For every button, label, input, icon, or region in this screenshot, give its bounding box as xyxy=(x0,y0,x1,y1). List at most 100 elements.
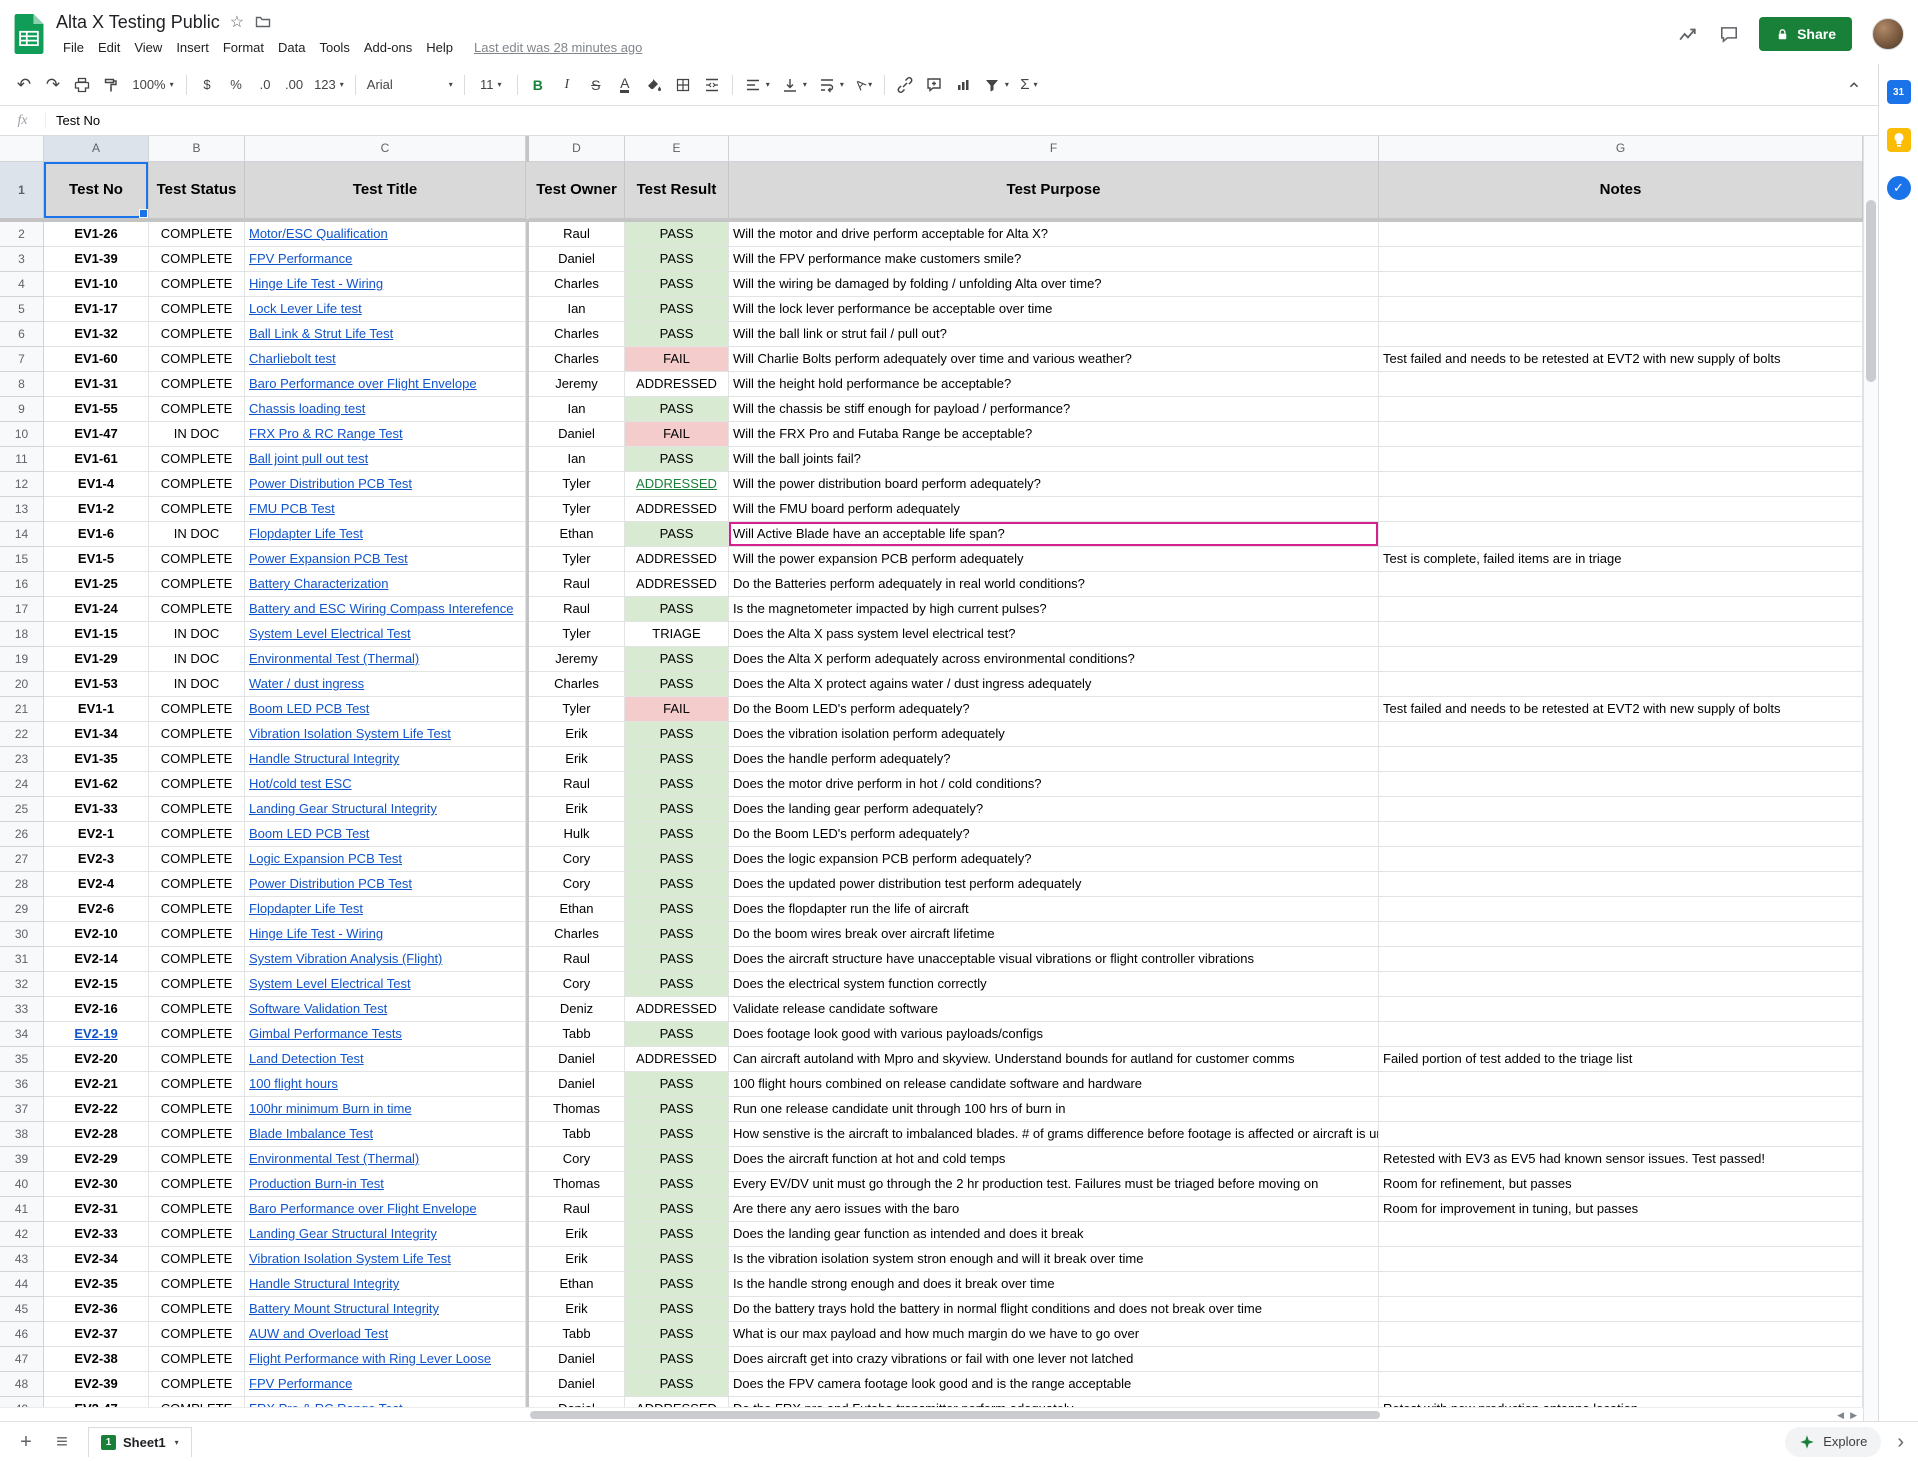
calendar-icon[interactable]: 31 xyxy=(1887,80,1911,104)
cell-test-purpose[interactable]: Will the wiring be damaged by folding / … xyxy=(729,272,1379,297)
cell-test-result[interactable]: PASS xyxy=(625,772,729,797)
cell-test-owner[interactable]: Raul xyxy=(529,772,625,797)
cell-test-status[interactable]: COMPLETE xyxy=(149,497,245,522)
cell-test-purpose[interactable]: Do the Boom LED's perform adequately? xyxy=(729,697,1379,722)
cell-test-title[interactable]: Flopdapter Life Test xyxy=(245,897,526,922)
cell-test-result[interactable]: ADDRESSED xyxy=(625,572,729,597)
cell-test-title[interactable]: System Level Electrical Test xyxy=(245,622,526,647)
cell-test-status[interactable]: IN DOC xyxy=(149,522,245,547)
cell-notes[interactable] xyxy=(1379,722,1863,747)
cell-test-no[interactable]: EV1-62 xyxy=(44,772,149,797)
cell-test-owner[interactable]: Daniel xyxy=(529,1372,625,1397)
cell-test-owner[interactable]: Raul xyxy=(529,572,625,597)
cell-test-owner[interactable]: Ian xyxy=(529,397,625,422)
row-header[interactable]: 22 xyxy=(0,722,44,747)
sheet-tab-sheet1[interactable]: 1 Sheet1 ▾ xyxy=(88,1427,192,1457)
cell-test-title[interactable]: 100hr minimum Burn in time xyxy=(245,1097,526,1122)
row-header[interactable]: 17 xyxy=(0,597,44,622)
cell-test-purpose[interactable]: Does the landing gear function as intend… xyxy=(729,1222,1379,1247)
select-all-corner[interactable] xyxy=(0,136,44,162)
cell-notes[interactable] xyxy=(1379,447,1863,472)
column-header-f[interactable]: F xyxy=(729,136,1379,162)
cell-test-purpose[interactable]: Do the FRX pro and Futaba transmitter pe… xyxy=(729,1397,1379,1407)
cell-notes[interactable] xyxy=(1379,272,1863,297)
cell-test-title[interactable]: Environmental Test (Thermal) xyxy=(245,1147,526,1172)
cell-test-owner[interactable]: Daniel xyxy=(529,422,625,447)
cell-test-purpose[interactable]: What is our max payload and how much mar… xyxy=(729,1322,1379,1347)
cell-test-status[interactable]: COMPLETE xyxy=(149,947,245,972)
row-header[interactable]: 30 xyxy=(0,922,44,947)
cell-test-title[interactable]: Ball joint pull out test xyxy=(245,447,526,472)
cell-test-owner[interactable]: Tyler xyxy=(529,472,625,497)
column-header-e[interactable]: E xyxy=(625,136,729,162)
cell-notes[interactable] xyxy=(1379,247,1863,272)
format-percent-button[interactable]: % xyxy=(222,71,250,99)
menu-data[interactable]: Data xyxy=(271,38,312,57)
menu-view[interactable]: View xyxy=(127,38,169,57)
cell-test-title[interactable]: Hot/cold test ESC xyxy=(245,772,526,797)
cell-notes[interactable] xyxy=(1379,622,1863,647)
tasks-icon[interactable]: ✓ xyxy=(1887,176,1911,200)
cell-test-status[interactable]: COMPLETE xyxy=(149,1072,245,1097)
row-header[interactable]: 16 xyxy=(0,572,44,597)
cell-test-purpose[interactable]: Will the chassis be stiff enough for pay… xyxy=(729,397,1379,422)
italic-button[interactable]: I xyxy=(553,71,581,99)
cell-test-owner[interactable]: Tyler xyxy=(529,547,625,572)
cell-test-no[interactable]: EV2-47 xyxy=(44,1397,149,1407)
cell-test-owner[interactable]: Jeremy xyxy=(529,372,625,397)
row-header[interactable]: 31 xyxy=(0,947,44,972)
cell-test-status[interactable]: COMPLETE xyxy=(149,247,245,272)
menu-addons[interactable]: Add-ons xyxy=(357,38,419,57)
cell-test-owner[interactable]: Cory xyxy=(529,972,625,997)
cell-notes[interactable] xyxy=(1379,1347,1863,1372)
cell-test-status[interactable]: COMPLETE xyxy=(149,747,245,772)
row-header[interactable]: 12 xyxy=(0,472,44,497)
insert-chart-button[interactable] xyxy=(949,71,977,99)
cell-notes[interactable] xyxy=(1379,1072,1863,1097)
cell-test-purpose[interactable]: Will the lock lever performance be accep… xyxy=(729,297,1379,322)
explore-button[interactable]: Explore xyxy=(1785,1427,1881,1457)
cell-test-no[interactable]: EV1-5 xyxy=(44,547,149,572)
cell-notes[interactable] xyxy=(1379,847,1863,872)
cell-test-status[interactable]: COMPLETE xyxy=(149,372,245,397)
cell-test-status[interactable]: COMPLETE xyxy=(149,972,245,997)
row-header[interactable]: 23 xyxy=(0,747,44,772)
cell-notes[interactable] xyxy=(1379,597,1863,622)
cell-header-test-no[interactable]: Test No xyxy=(44,162,149,219)
cell-test-purpose[interactable]: Every EV/DV unit must go through the 2 h… xyxy=(729,1172,1379,1197)
cell-test-owner[interactable]: Tyler xyxy=(529,622,625,647)
cell-test-result[interactable]: ADDRESSED xyxy=(625,547,729,572)
row-header[interactable]: 25 xyxy=(0,797,44,822)
cell-test-purpose[interactable]: Will the height hold performance be acce… xyxy=(729,372,1379,397)
paint-format-button[interactable] xyxy=(97,71,125,99)
all-sheets-button[interactable]: ≡ xyxy=(46,1426,78,1458)
cell-test-title[interactable]: Blade Imbalance Test xyxy=(245,1122,526,1147)
cell-test-title[interactable]: Vibration Isolation System Life Test xyxy=(245,722,526,747)
cell-test-no[interactable]: EV2-34 xyxy=(44,1247,149,1272)
cell-test-purpose[interactable]: Does the electrical system function corr… xyxy=(729,972,1379,997)
row-header[interactable]: 32 xyxy=(0,972,44,997)
cell-test-title[interactable]: Water / dust ingress xyxy=(245,672,526,697)
cell-test-owner[interactable]: Charles xyxy=(529,922,625,947)
cell-test-status[interactable]: COMPLETE xyxy=(149,572,245,597)
functions-select[interactable]: Σ ▾ xyxy=(1015,71,1043,99)
cell-test-status[interactable]: COMPLETE xyxy=(149,1147,245,1172)
cell-notes[interactable] xyxy=(1379,297,1863,322)
cell-test-title[interactable]: FPV Performance xyxy=(245,1372,526,1397)
cell-test-title[interactable]: Baro Performance over Flight Envelope xyxy=(245,1197,526,1222)
cell-test-result[interactable]: PASS xyxy=(625,247,729,272)
cell-test-result[interactable]: PASS xyxy=(625,1097,729,1122)
cell-test-purpose[interactable]: Does the motor drive perform in hot / co… xyxy=(729,772,1379,797)
cell-header-test-title[interactable]: Test Title xyxy=(245,162,526,219)
cell-test-status[interactable]: COMPLETE xyxy=(149,1097,245,1122)
cell-test-no[interactable]: EV2-6 xyxy=(44,897,149,922)
cell-test-no[interactable]: EV1-25 xyxy=(44,572,149,597)
cell-test-result[interactable]: ADDRESSED xyxy=(625,1047,729,1072)
cell-test-title[interactable]: Landing Gear Structural Integrity xyxy=(245,797,526,822)
cell-notes[interactable]: Retested with EV3 as EV5 had known senso… xyxy=(1379,1147,1863,1172)
cell-notes[interactable] xyxy=(1379,422,1863,447)
text-rotation-select[interactable]: A ▾ xyxy=(850,71,878,99)
cell-test-owner[interactable]: Ian xyxy=(529,297,625,322)
cell-test-purpose[interactable]: Do the Batteries perform adequately in r… xyxy=(729,572,1379,597)
cell-test-title[interactable]: Baro Performance over Flight Envelope xyxy=(245,372,526,397)
